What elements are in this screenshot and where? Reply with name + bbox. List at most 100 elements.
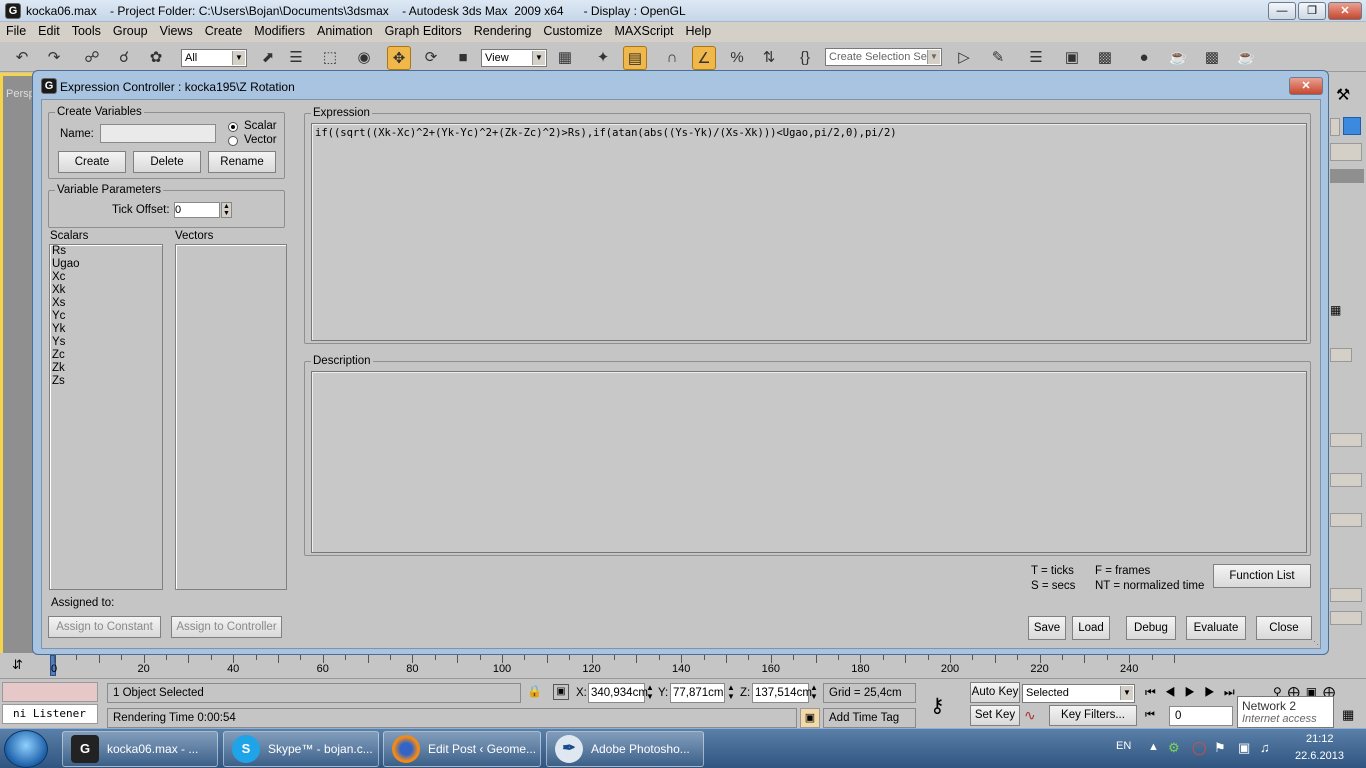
rename-button[interactable]: Rename [208, 151, 276, 173]
evaluate-button[interactable]: Evaluate [1186, 616, 1246, 640]
create-button[interactable]: Create [58, 151, 126, 173]
panel-field[interactable] [1330, 473, 1362, 487]
panel-spinner[interactable] [1330, 348, 1352, 362]
y-coordinate-field[interactable]: 77,871cm [670, 683, 725, 703]
z-spinner[interactable]: ▲ ▼ [810, 683, 818, 701]
key-tangent-icon[interactable]: ∿ [1024, 707, 1036, 724]
key-mode-toggle-icon[interactable]: ⏮ [1145, 709, 1155, 722]
list-item[interactable]: Zs [50, 375, 162, 388]
bind-space-warp-icon[interactable]: ✿ [144, 46, 168, 70]
spinner-snap-icon[interactable]: ⇅ [757, 46, 781, 70]
z-coordinate-field[interactable]: 137,514cm [752, 683, 812, 703]
layer-manager-icon[interactable]: ☰ [1024, 46, 1048, 70]
task-3dsmax[interactable]: G kocka06.max - ... [62, 731, 218, 767]
menu-help[interactable]: Help [680, 22, 718, 38]
dialog-close-icon[interactable]: ✕ [1289, 77, 1323, 95]
description-editor[interactable] [311, 371, 1307, 553]
tray-flag-icon[interactable]: ⚑ [1214, 740, 1226, 756]
window-crossing-icon[interactable]: ◉ [352, 46, 376, 70]
rectangular-selection-icon[interactable]: ⬚ [318, 46, 342, 70]
panel-dropdown[interactable] [1330, 143, 1362, 161]
list-item[interactable]: Xc [50, 271, 162, 284]
task-photoshop[interactable]: ✒ Adobe Photosho... [546, 731, 704, 767]
tick-offset-input[interactable] [174, 202, 220, 218]
scalars-list[interactable]: Rs Ugao Xc Xk Xs Yc Yk Ys Zc Zk Zs [49, 244, 163, 590]
unlink-icon[interactable]: ☌ [112, 46, 136, 70]
menu-tools[interactable]: Tools [66, 22, 107, 38]
menu-customize[interactable]: Customize [537, 22, 608, 38]
load-button[interactable]: Load [1072, 616, 1110, 640]
redo-icon[interactable]: ↷ [42, 46, 66, 70]
display-icon[interactable]: ▣ [1238, 740, 1250, 756]
tick-offset-spinner[interactable]: ▲ ▼ [221, 202, 232, 218]
link-icon[interactable]: ☍ [80, 46, 104, 70]
time-tag-icon[interactable]: ▣ [800, 708, 820, 728]
angle-snap-icon[interactable]: ∠ [692, 46, 716, 70]
menu-animation[interactable]: Animation [311, 22, 379, 38]
pivot-center-icon[interactable]: ▦ [553, 46, 577, 70]
reference-coord-dropdown[interactable]: View ▼ [481, 49, 547, 67]
mirror-icon[interactable]: ▷ [952, 46, 976, 70]
rotate-icon[interactable]: ⟳ [419, 46, 443, 70]
menu-rendering[interactable]: Rendering [468, 22, 538, 38]
utorrent-icon[interactable]: ⚙ [1168, 740, 1180, 756]
selection-filter-dropdown[interactable]: All ▼ [181, 49, 247, 67]
clock-date[interactable]: 22.6.2013 [1295, 750, 1344, 762]
undo-icon[interactable]: ↶ [10, 46, 34, 70]
resize-grip-icon[interactable]: ⋱ [1310, 636, 1319, 647]
menu-edit[interactable]: Edit [32, 22, 66, 38]
keyboard-shortcut-override-icon[interactable]: ▤ [623, 46, 647, 70]
auto-key-button[interactable]: Auto Key [970, 682, 1020, 703]
set-key-icon[interactable]: ⚷ [930, 693, 945, 718]
object-color-swatch[interactable] [1343, 117, 1361, 135]
mini-curve-editor-icon[interactable]: ⇵ [12, 657, 23, 673]
maxscript-listener[interactable]: ni Listener [2, 704, 98, 724]
edit-named-selection-icon[interactable]: {} [793, 46, 817, 70]
current-frame-field[interactable]: 0 [1169, 706, 1233, 726]
vector-radio[interactable] [228, 136, 238, 146]
start-button[interactable] [4, 730, 48, 768]
language-indicator[interactable]: EN [1116, 740, 1131, 752]
lock-icon[interactable]: 🔒 [527, 684, 542, 698]
delete-button[interactable]: Delete [133, 151, 201, 173]
material-editor-icon[interactable]: ● [1132, 46, 1156, 70]
hammer-icon[interactable]: ⚒ [1336, 85, 1350, 105]
render-setup-icon[interactable]: ☕ [1166, 46, 1190, 70]
assign-to-constant-button[interactable]: Assign to Constant [48, 616, 161, 638]
list-item[interactable]: Yk [50, 323, 162, 336]
panel-field[interactable] [1330, 611, 1362, 625]
menu-views[interactable]: Views [154, 22, 199, 38]
add-time-tag-button[interactable]: Add Time Tag [823, 708, 916, 728]
list-item[interactable]: Zc [50, 349, 162, 362]
vectors-list[interactable] [175, 244, 287, 590]
named-selection-set-dropdown[interactable]: Create Selection Set ▼ [825, 48, 942, 66]
align-icon[interactable]: ✎ [986, 46, 1010, 70]
assign-to-controller-button[interactable]: Assign to Controller [171, 616, 282, 638]
list-item[interactable]: Yc [50, 310, 162, 323]
menu-graph-editors[interactable]: Graph Editors [379, 22, 468, 38]
menu-file[interactable]: File [0, 22, 32, 38]
panel-tab[interactable] [1330, 118, 1340, 136]
3dsmax-app-icon[interactable]: G [5, 3, 21, 19]
move-icon[interactable]: ✥ [387, 46, 411, 70]
scale-icon[interactable]: ■ [451, 46, 475, 70]
select-manipulate-icon[interactable]: ✦ [591, 46, 615, 70]
panel-field[interactable] [1330, 513, 1362, 527]
list-item[interactable]: Rs [50, 245, 162, 258]
timeline[interactable]: ⇵ 0 20 40 60 80 100 120 140 160 180 200 220 240 [0, 655, 1190, 677]
close-window-button[interactable]: ✕ [1328, 2, 1362, 20]
panel-field[interactable] [1330, 588, 1362, 602]
tray-app-icon[interactable]: ◯ [1192, 740, 1207, 756]
save-button[interactable]: Save [1028, 616, 1066, 640]
show-hidden-icons-icon[interactable]: ▲ [1148, 741, 1159, 753]
panel-field[interactable] [1330, 433, 1362, 447]
list-item[interactable]: Ys [50, 336, 162, 349]
key-filters-button[interactable]: Key Filters... [1049, 705, 1137, 726]
task-skype[interactable]: S Skype™ - bojan.c... [223, 731, 379, 767]
task-firefox[interactable]: Edit Post ‹ Geome... [383, 731, 541, 767]
clock-time[interactable]: 21:12 [1306, 733, 1334, 745]
close-button[interactable]: Close [1256, 616, 1312, 640]
configure-icon[interactable]: ▦ [1330, 303, 1341, 317]
quick-render-icon[interactable]: ☕ [1234, 46, 1258, 70]
menu-maxscript[interactable]: MAXScript [608, 22, 679, 38]
